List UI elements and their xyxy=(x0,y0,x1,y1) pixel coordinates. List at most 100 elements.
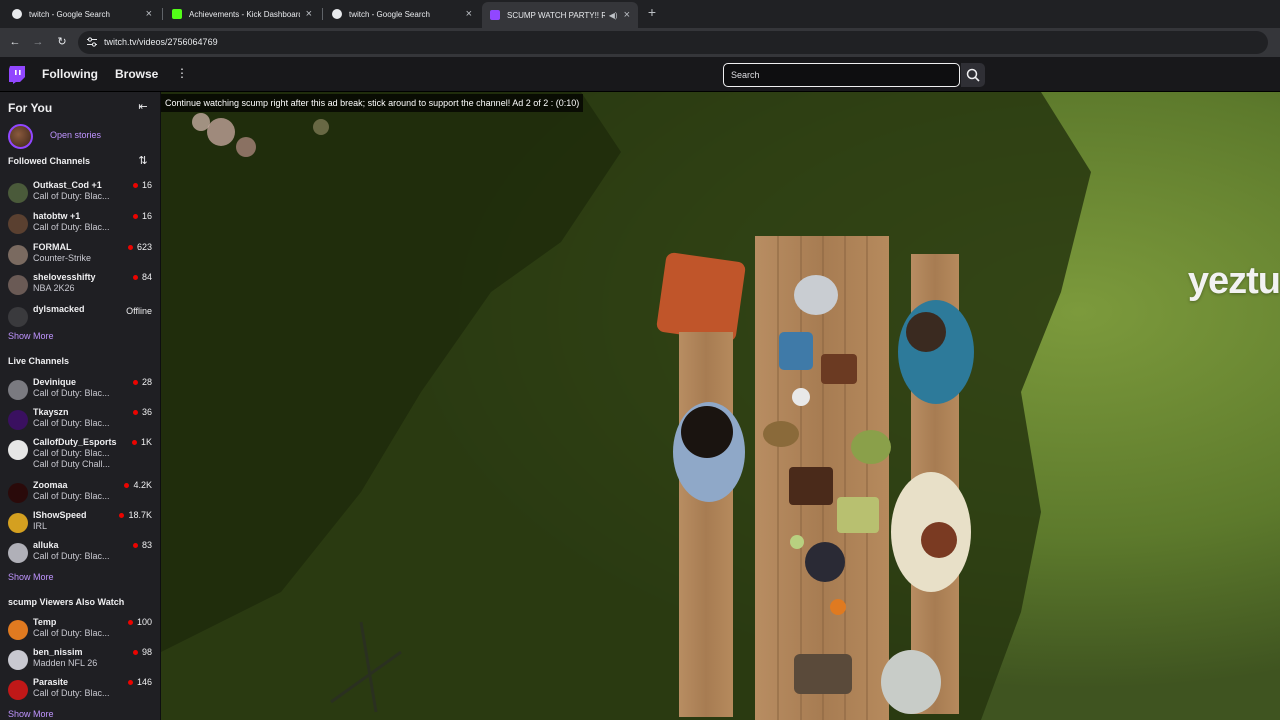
browser-tab-3[interactable]: twitch - Google Search × xyxy=(324,2,480,26)
channel-category: NBA 2K26 xyxy=(33,283,75,293)
channel-row[interactable]: IShowSpeed IRL 18.7K xyxy=(0,510,160,540)
close-icon[interactable]: × xyxy=(624,9,630,21)
channel-name: Outkast_Cod +1 xyxy=(33,180,102,190)
live-indicator-icon xyxy=(128,680,133,685)
channel-name: IShowSpeed xyxy=(33,510,87,520)
live-indicator-icon xyxy=(133,543,138,548)
close-icon[interactable]: × xyxy=(306,8,312,20)
speaker-icon[interactable]: ◀) xyxy=(609,11,618,20)
avatar xyxy=(8,483,28,503)
channel-row[interactable]: alluka Call of Duty: Blac... 83 xyxy=(0,540,160,570)
viewer-count: 100 xyxy=(136,617,152,627)
google-favicon xyxy=(12,9,22,19)
channel-category: Call of Duty: Blac... xyxy=(33,222,110,232)
channel-name: alluka xyxy=(33,540,59,550)
live-indicator-icon xyxy=(132,440,137,445)
channel-row[interactable]: Tkayszn Call of Duty: Blac... 36 xyxy=(0,407,160,437)
channel-row[interactable]: hatobtw +1 Call of Duty: Blac... 16 xyxy=(0,211,160,241)
browse-link[interactable]: Browse xyxy=(115,67,158,81)
new-tab-button[interactable]: + xyxy=(644,4,660,22)
channel-row[interactable]: ben_nissim Madden NFL 26 98 xyxy=(0,647,160,677)
live-indicator-icon xyxy=(133,650,138,655)
offline-label: Offline xyxy=(126,306,152,316)
stories-avatar[interactable] xyxy=(8,124,33,149)
channel-row[interactable]: Zoomaa Call of Duty: Blac... 4.2K xyxy=(0,480,160,510)
sort-icon[interactable]: ⇅ xyxy=(136,154,150,167)
avatar xyxy=(8,680,28,700)
browser-tab-2[interactable]: Achievements - Kick Dashboard × xyxy=(164,2,320,26)
channel-category: Call of Duty: Blac... xyxy=(33,448,110,458)
viewer-count: 18.7K xyxy=(128,510,152,520)
browser-tab-1[interactable]: twitch - Google Search × xyxy=(4,2,160,26)
viewer-count: 146 xyxy=(136,677,152,687)
viewer-count: 1K xyxy=(140,437,152,447)
collapse-sidebar-icon[interactable]: ⇤ xyxy=(136,100,150,114)
ad-break-banner: Continue watching scump right after this… xyxy=(161,94,584,112)
show-more-live[interactable]: Show More xyxy=(8,572,54,582)
live-indicator-icon xyxy=(128,245,133,250)
more-options-icon[interactable]: ⋮ xyxy=(176,66,188,80)
avatar xyxy=(8,440,28,460)
address-bar[interactable]: twitch.tv/videos/2756064769 xyxy=(78,31,1268,54)
viewer-count: 4.2K xyxy=(133,480,152,490)
browser-tab-4-active[interactable]: SCUMP WATCH PARTY!! RI ◀) × xyxy=(482,2,638,28)
viewer-count: 98 xyxy=(141,647,152,657)
channel-category: Call of Duty: Blac... xyxy=(33,628,110,638)
channel-name: dylsmacked xyxy=(33,304,85,314)
close-icon[interactable]: × xyxy=(146,8,152,20)
tab-title: SCUMP WATCH PARTY!! RI xyxy=(507,10,605,20)
channel-category: Call of Duty: Blac... xyxy=(33,388,110,398)
channel-name: FORMAL xyxy=(33,242,72,252)
live-indicator-icon xyxy=(128,620,133,625)
channel-row[interactable]: Temp Call of Duty: Blac... 100 xyxy=(0,617,160,647)
forward-arrow-icon[interactable]: → xyxy=(29,33,47,51)
channel-category: Call of Duty: Blac... xyxy=(33,418,110,428)
twitch-logo-icon[interactable] xyxy=(8,66,25,84)
channel-row[interactable]: Outkast_Cod +1 Call of Duty: Blac... 16 xyxy=(0,180,160,210)
kick-favicon xyxy=(172,9,182,19)
show-more-also-watch[interactable]: Show More xyxy=(8,709,54,719)
browser-toolbar: ← → ↻ twitch.tv/videos/2756064769 xyxy=(0,28,1280,57)
open-stories-link[interactable]: Open stories xyxy=(50,130,101,140)
back-arrow-icon[interactable]: ← xyxy=(6,33,24,51)
search-input[interactable] xyxy=(723,63,960,87)
avatar xyxy=(8,513,28,533)
channel-name: Parasite xyxy=(33,677,69,687)
channel-category: Counter-Strike xyxy=(33,253,92,263)
url-text: twitch.tv/videos/2756064769 xyxy=(104,37,218,47)
video-player[interactable]: yeztu xyxy=(161,92,1280,720)
show-more-followed[interactable]: Show More xyxy=(8,331,54,341)
brand-overlay-text: yeztu xyxy=(1187,260,1280,302)
live-indicator-icon xyxy=(133,410,138,415)
also-watch-heading: scump Viewers Also Watch xyxy=(8,597,125,607)
live-indicator-icon xyxy=(119,513,124,518)
channel-name: CallofDuty_Esports xyxy=(33,437,117,447)
channel-name: hatobtw +1 xyxy=(33,211,81,221)
avatar xyxy=(8,543,28,563)
channel-row[interactable]: shelovesshifty NBA 2K26 84 xyxy=(0,272,160,302)
search-button[interactable] xyxy=(961,63,985,87)
close-icon[interactable]: × xyxy=(466,8,472,20)
channel-row[interactable]: FORMAL Counter-Strike 623 xyxy=(0,242,160,272)
channel-category: Call of Duty: Blac... xyxy=(33,688,110,698)
avatar xyxy=(8,214,28,234)
channel-row[interactable]: dylsmacked Offline xyxy=(0,304,160,334)
channel-category: Call of Duty: Blac... xyxy=(33,551,110,561)
avatar xyxy=(8,183,28,203)
tab-divider xyxy=(322,8,323,20)
twitch-top-nav: Following Browse ⋮ xyxy=(0,57,1280,92)
channel-row[interactable]: Devinique Call of Duty: Blac... 28 xyxy=(0,377,160,407)
reload-icon[interactable]: ↻ xyxy=(53,33,71,51)
site-settings-icon[interactable] xyxy=(86,36,98,48)
google-favicon xyxy=(332,9,342,19)
tab-divider xyxy=(162,8,163,20)
channel-name: shelovesshifty xyxy=(33,272,96,282)
channel-row[interactable]: Parasite Call of Duty: Blac... 146 xyxy=(0,677,160,707)
avatar xyxy=(8,380,28,400)
channel-row[interactable]: CallofDuty_Esports Call of Duty: Blac... C… xyxy=(0,437,160,469)
live-indicator-icon xyxy=(133,380,138,385)
following-link[interactable]: Following xyxy=(42,67,98,81)
avatar xyxy=(8,410,28,430)
channel-name: ben_nissim xyxy=(33,647,83,657)
live-indicator-icon xyxy=(133,214,138,219)
